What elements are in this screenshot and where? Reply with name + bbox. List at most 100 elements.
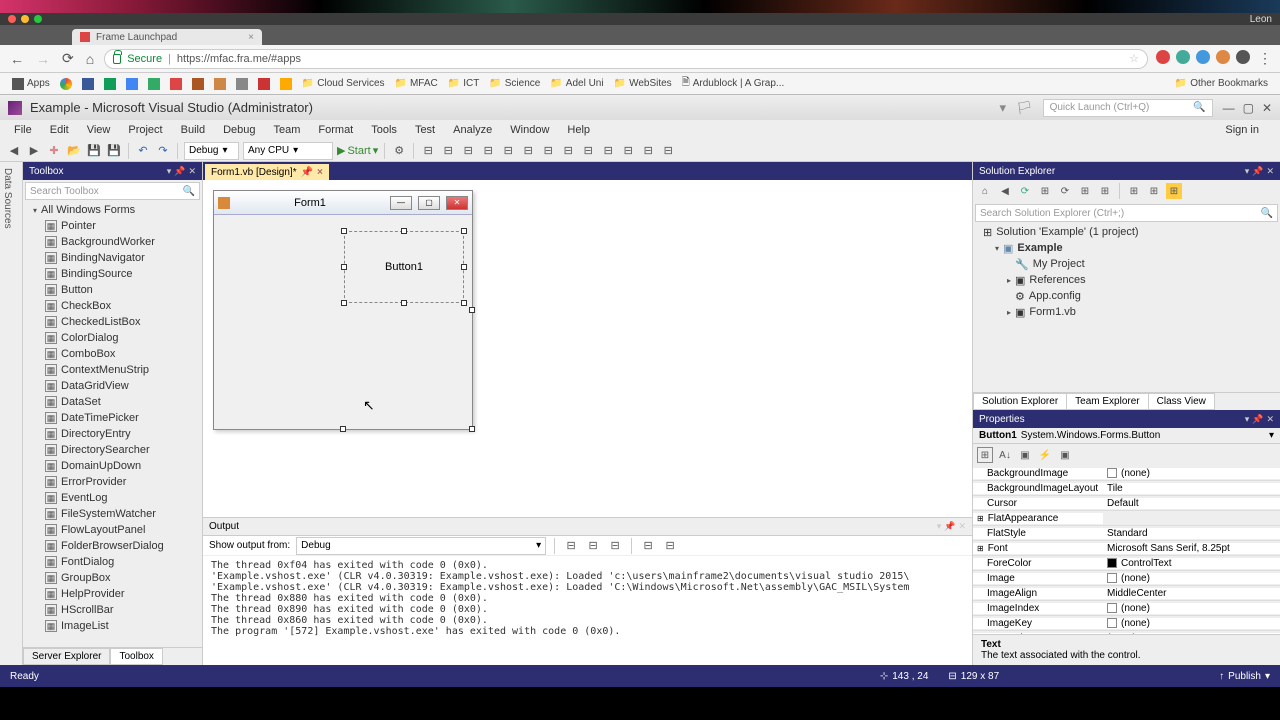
tab-team-explorer[interactable]: Team Explorer — [1066, 393, 1148, 410]
tree-node[interactable]: ▸▣References — [973, 272, 1280, 288]
tab-close-icon[interactable]: × — [248, 32, 254, 43]
align-icon[interactable]: ⊟ — [580, 143, 596, 159]
toolbox-item[interactable]: ▦BackgroundWorker — [23, 234, 202, 250]
menu-debug[interactable]: Debug — [215, 122, 263, 138]
menu-format[interactable]: Format — [310, 122, 361, 138]
bookmark-icon[interactable] — [148, 78, 160, 90]
start-button[interactable]: ▶ Start ▾ — [337, 144, 378, 157]
bookmark-folder[interactable]: 📁WebSites — [614, 78, 672, 89]
toolbox-item[interactable]: ▦DataSet — [23, 394, 202, 410]
menu-tools[interactable]: Tools — [363, 122, 405, 138]
tool-icon[interactable]: ⊞ — [1146, 183, 1162, 199]
menu-view[interactable]: View — [79, 122, 119, 138]
tab-server-explorer[interactable]: Server Explorer — [23, 648, 110, 665]
close-dot[interactable] — [8, 15, 16, 23]
bookmark-folder[interactable]: 📁ICT — [448, 78, 480, 89]
categorized-icon[interactable]: ⊞ — [977, 447, 993, 463]
property-row[interactable]: Image(none) — [973, 571, 1280, 586]
toolbox-item[interactable]: ▦ColorDialog — [23, 330, 202, 346]
star-icon[interactable]: ☆ — [1129, 52, 1139, 65]
tool-icon[interactable]: ⊞ — [1037, 183, 1053, 199]
project-node[interactable]: ▾▣Example — [973, 240, 1280, 256]
pin-icon[interactable]: 📌 — [944, 521, 955, 532]
property-row[interactable]: ImageIndex(none) — [973, 601, 1280, 616]
toolbox-item[interactable]: ▦CheckedListBox — [23, 314, 202, 330]
property-row[interactable]: BackgroundImage(none) — [973, 466, 1280, 481]
property-row[interactable]: FlatStyleStandard — [973, 526, 1280, 541]
open-icon[interactable]: 📂 — [66, 143, 82, 159]
bookmark-icon[interactable] — [170, 78, 182, 90]
toolbox-item[interactable]: ▦HScrollBar — [23, 602, 202, 618]
pin-icon[interactable]: 📌 — [174, 166, 185, 177]
refresh-icon[interactable]: ⟳ — [1057, 183, 1073, 199]
resize-handle[interactable] — [461, 264, 467, 270]
property-row[interactable]: ⊞FlatAppearance — [973, 511, 1280, 526]
menu-build[interactable]: Build — [173, 122, 213, 138]
properties-object-select[interactable]: Button1System.Windows.Forms.Button▾ — [973, 428, 1280, 444]
solution-node[interactable]: ⊞Solution 'Example' (1 project) — [973, 224, 1280, 240]
nav-fwd-icon[interactable]: ▶ — [26, 143, 42, 159]
browser-tab[interactable]: Frame Launchpad × — [72, 29, 262, 45]
property-row[interactable]: CursorDefault — [973, 496, 1280, 511]
tool-icon[interactable]: ⊞ — [1166, 183, 1182, 199]
bookmark-icon[interactable] — [126, 78, 138, 90]
side-tab-data-sources[interactable]: Data Sources — [0, 162, 23, 665]
close-icon[interactable]: × — [317, 167, 323, 178]
new-icon[interactable]: ✚ — [46, 143, 62, 159]
menu-window[interactable]: Window — [502, 122, 557, 138]
bookmark-folder[interactable]: 📁MFAC — [395, 78, 438, 89]
publish-icon[interactable]: ↑ — [1219, 671, 1224, 682]
tree-node[interactable]: ▸▣Form1.vb — [973, 304, 1280, 320]
form-resize-handle[interactable] — [469, 307, 475, 313]
close-icon[interactable]: ✕ — [188, 166, 196, 177]
save-all-icon[interactable]: 💾 — [106, 143, 122, 159]
resize-handle[interactable] — [341, 300, 347, 306]
home-icon[interactable]: ⌂ — [977, 183, 993, 199]
bookmark-icon[interactable] — [280, 78, 292, 90]
property-row[interactable]: ForeColorControlText — [973, 556, 1280, 571]
toolbox-item[interactable]: ▦DomainUpDown — [23, 458, 202, 474]
form-control[interactable]: Form1 — ▢ ✕ Button1 — [213, 190, 473, 430]
toolbox-item[interactable]: ▦ImageList — [23, 618, 202, 634]
button-control[interactable]: Button1 — [344, 231, 464, 303]
sync-icon[interactable]: ⟳ — [1017, 183, 1033, 199]
toolbox-item[interactable]: ▦FlowLayoutPanel — [23, 522, 202, 538]
align-icon[interactable]: ⊟ — [600, 143, 616, 159]
tab-toolbox[interactable]: Toolbox — [110, 648, 162, 665]
reload-icon[interactable]: ⟳ — [60, 48, 76, 69]
menu-team[interactable]: Team — [266, 122, 309, 138]
tool-icon[interactable]: ⊞ — [1097, 183, 1113, 199]
bookmark-icon[interactable] — [236, 78, 248, 90]
property-row[interactable]: ImageAlignMiddleCenter — [973, 586, 1280, 601]
menu-project[interactable]: Project — [120, 122, 170, 138]
align-icon[interactable]: ⊟ — [540, 143, 556, 159]
tool-icon[interactable]: ⊞ — [1126, 183, 1142, 199]
min-button[interactable]: — — [390, 196, 412, 210]
signin-link[interactable]: Sign in — [1217, 122, 1274, 138]
toolbox-item[interactable]: ▦FileSystemWatcher — [23, 506, 202, 522]
toolbox-item[interactable]: ▦BindingNavigator — [23, 250, 202, 266]
ext-icon[interactable] — [1196, 50, 1210, 64]
close-icon[interactable]: ✕ — [1262, 101, 1272, 115]
tool-icon[interactable]: ⚙ — [391, 143, 407, 159]
tree-node[interactable]: ⚙App.config — [973, 288, 1280, 304]
menu-file[interactable]: File — [6, 122, 40, 138]
property-row[interactable]: BackgroundImageLayoutTile — [973, 481, 1280, 496]
max-button[interactable]: ▢ — [418, 196, 440, 210]
publish-label[interactable]: Publish — [1228, 671, 1261, 682]
bookmark-folder[interactable]: 📁Science — [489, 78, 540, 89]
toolbox-item[interactable]: ▦ErrorProvider — [23, 474, 202, 490]
dropdown-icon[interactable]: ▾ — [167, 166, 172, 177]
filter-icon[interactable]: ▾ — [1000, 100, 1007, 116]
apps-button[interactable]: Apps — [12, 78, 50, 90]
nav-back-icon[interactable]: ◀ — [6, 143, 22, 159]
output-source-select[interactable]: Debug▾ — [296, 537, 546, 555]
bookmark-folder[interactable]: 📁Cloud Services — [302, 78, 385, 89]
pin-icon[interactable]: 📌 — [301, 167, 313, 178]
align-icon[interactable]: ⊟ — [660, 143, 676, 159]
props-icon[interactable]: ▣ — [1017, 447, 1033, 463]
other-bookmarks[interactable]: 📁Other Bookmarks — [1175, 78, 1268, 89]
align-icon[interactable]: ⊟ — [620, 143, 636, 159]
toolbox-item[interactable]: ▦Pointer — [23, 218, 202, 234]
ext-icon[interactable] — [1156, 50, 1170, 64]
